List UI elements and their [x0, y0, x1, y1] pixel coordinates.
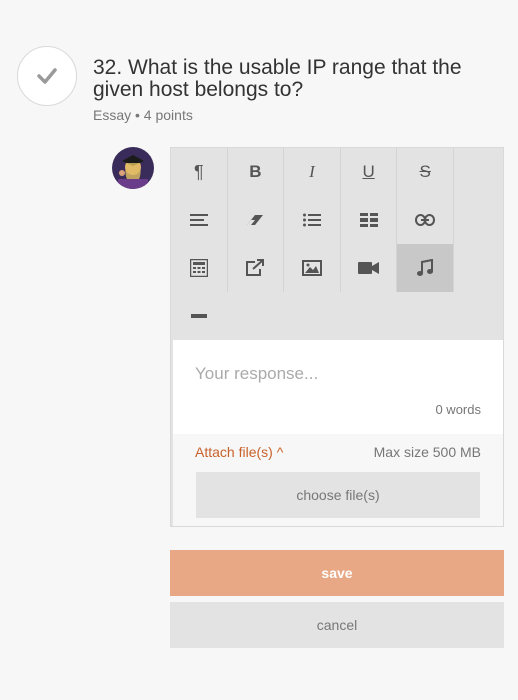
- calculator-icon: [189, 259, 208, 277]
- editor-toolbar: ¶ B I U S: [171, 148, 454, 340]
- underline-icon: U: [362, 162, 375, 181]
- calculator-button[interactable]: [171, 244, 228, 292]
- save-button[interactable]: save: [170, 550, 504, 596]
- strikethrough-icon: S: [419, 162, 431, 181]
- cancel-button[interactable]: cancel: [170, 602, 504, 648]
- horizontal-rule-button[interactable]: [171, 292, 228, 340]
- align-button[interactable]: [171, 196, 228, 244]
- table-layout-icon: [359, 213, 378, 227]
- avatar: [112, 147, 154, 189]
- horizontal-rule-icon: [191, 314, 208, 318]
- attachment-area: Attach file(s) ^ Max size 500 MB choose …: [173, 434, 503, 526]
- external-link-button[interactable]: [228, 244, 285, 292]
- word-count: 0 words: [435, 402, 481, 417]
- bold-button[interactable]: B: [228, 148, 285, 196]
- link-button[interactable]: [397, 196, 454, 244]
- checkmark-icon: [37, 68, 57, 84]
- video-icon: [357, 262, 379, 274]
- clear-format-button[interactable]: [228, 196, 285, 244]
- image-icon: [301, 260, 322, 276]
- eraser-icon: [247, 215, 264, 225]
- bullet-list-button[interactable]: [284, 196, 341, 244]
- bold-icon: B: [249, 162, 262, 181]
- paragraph-button[interactable]: ¶: [171, 148, 228, 196]
- attach-files-toggle[interactable]: Attach file(s) ^: [195, 444, 283, 460]
- response-placeholder: Your response...: [195, 364, 319, 383]
- italic-button[interactable]: I: [284, 148, 341, 196]
- align-icon: [189, 214, 208, 226]
- essay-editor: ¶ B I U S Your response... 0 words Attac…: [170, 147, 504, 527]
- music-icon: [417, 259, 434, 276]
- image-button[interactable]: [284, 244, 341, 292]
- question-status-circle: [17, 46, 77, 106]
- external-link-icon: [246, 259, 265, 276]
- choose-files-button[interactable]: choose file(s): [196, 472, 480, 518]
- strikethrough-button[interactable]: S: [397, 148, 454, 196]
- video-button[interactable]: [341, 244, 398, 292]
- response-textarea[interactable]: Your response... 0 words: [173, 340, 503, 434]
- italic-icon: I: [309, 162, 315, 181]
- question-title: 32. What is the usable IP range that the…: [93, 56, 462, 101]
- bullet-list-icon: [302, 213, 321, 227]
- table-layout-button[interactable]: [341, 196, 398, 244]
- link-icon: [415, 214, 436, 226]
- max-size-label: Max size 500 MB: [373, 444, 481, 460]
- underline-button[interactable]: U: [341, 148, 398, 196]
- paragraph-icon: ¶: [193, 161, 204, 182]
- audio-button[interactable]: [397, 244, 454, 292]
- question-meta: Essay • 4 points: [93, 107, 193, 123]
